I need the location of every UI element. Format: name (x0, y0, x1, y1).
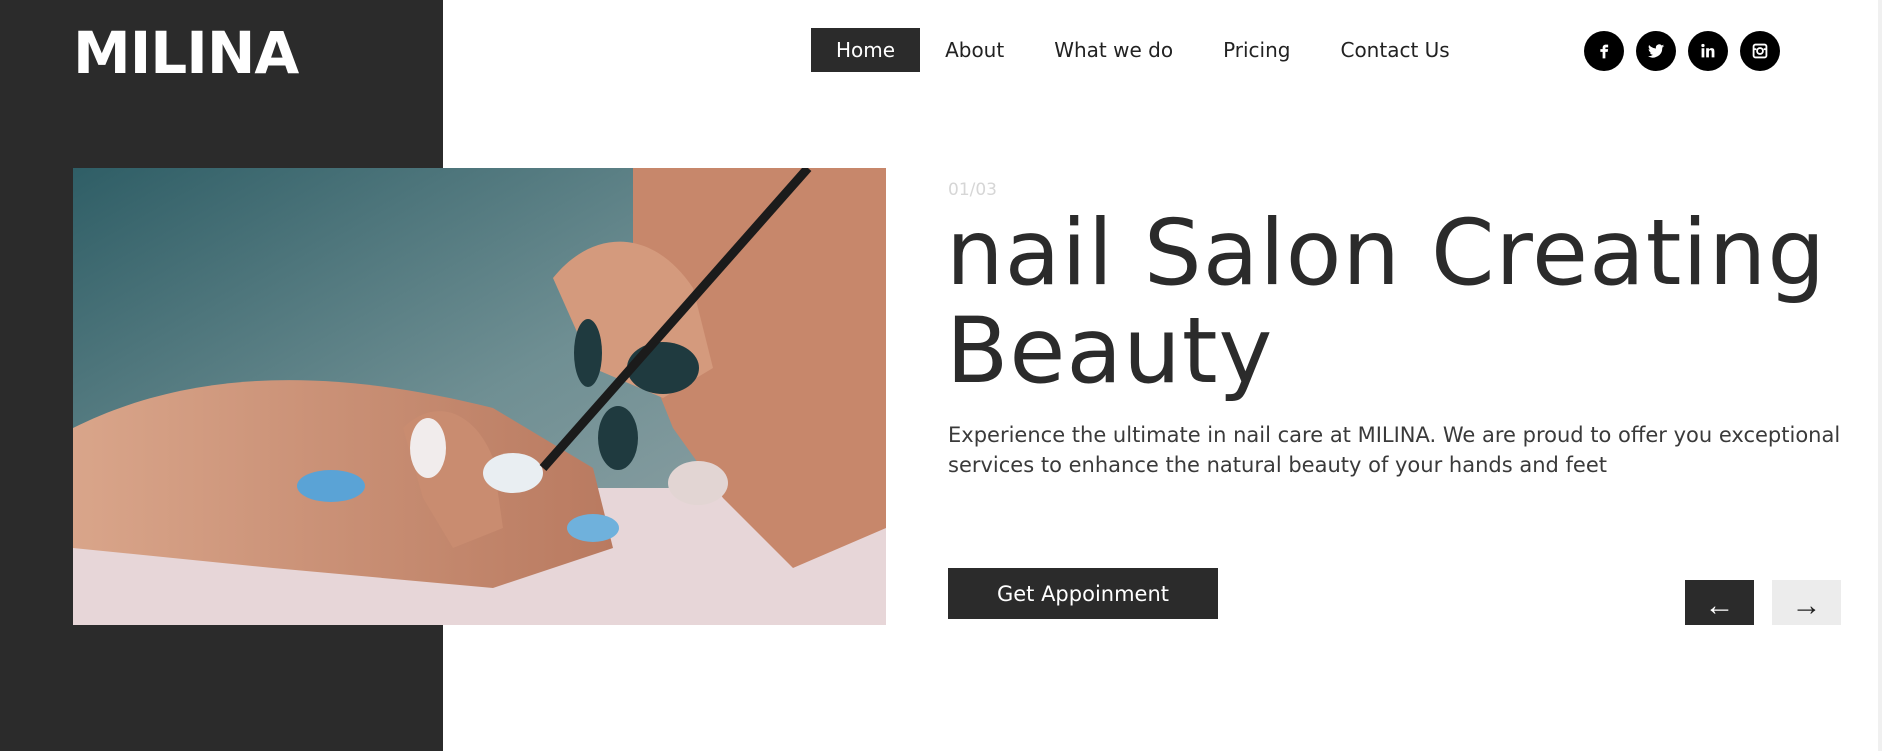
instagram-icon[interactable] (1740, 31, 1780, 71)
hero-image-nail-art (73, 168, 886, 625)
nav-item-contact-us[interactable]: Contact Us (1315, 28, 1474, 72)
hero-headline: nail Salon Creating Beauty (946, 205, 1866, 401)
scrollbar-track[interactable] (1878, 0, 1882, 751)
slide-counter: 01/03 (948, 180, 997, 200)
nav-item-home[interactable]: Home (811, 28, 921, 72)
headline-line-1: nail Salon Creating (946, 201, 1827, 306)
social-links (1584, 31, 1780, 71)
facebook-icon[interactable] (1584, 31, 1624, 71)
linkedin-icon[interactable] (1688, 31, 1728, 71)
headline-line-2: Beauty (946, 299, 1274, 404)
nav-item-what-we-do[interactable]: What we do (1029, 28, 1198, 72)
hero-description: Experience the ultimate in nail care at … (948, 423, 1841, 477)
twitter-icon[interactable] (1636, 31, 1676, 71)
prev-slide-button[interactable]: ← (1685, 580, 1754, 625)
next-slide-button[interactable]: → (1772, 580, 1841, 625)
nav-item-pricing[interactable]: Pricing (1198, 28, 1315, 72)
nav-item-about[interactable]: About (920, 28, 1029, 72)
get-appointment-button[interactable]: Get Appoinment (948, 568, 1218, 619)
brand-logo[interactable]: MILINA (73, 18, 299, 88)
main-nav: Home About What we do Pricing Contact Us (811, 28, 1475, 72)
